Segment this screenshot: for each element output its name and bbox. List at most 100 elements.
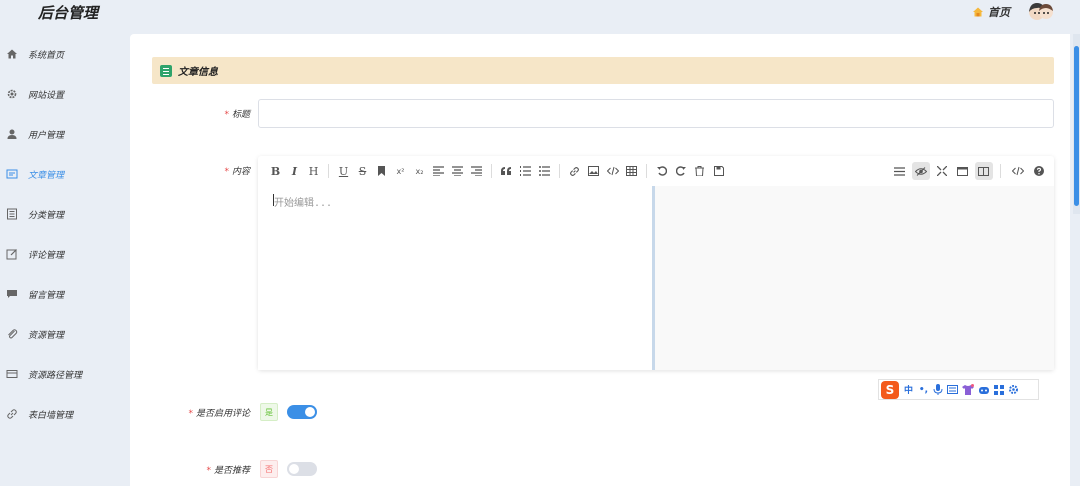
table-button[interactable] bbox=[623, 162, 641, 180]
sidebar-item-label: 资源路径管理 bbox=[28, 370, 83, 381]
ime-punctuation[interactable]: •, bbox=[918, 385, 929, 395]
scrollbar[interactable] bbox=[1073, 34, 1080, 214]
unordered-list-button[interactable] bbox=[536, 162, 554, 180]
heading-button[interactable]: H bbox=[305, 162, 323, 180]
markdown-editor: B I H U S x² x₂ 开始编辑... bbox=[258, 156, 1054, 370]
fullscreen-button[interactable] bbox=[933, 162, 951, 180]
recommend-label: * 是否推荐 bbox=[130, 463, 250, 476]
sidebar-item-resource-paths[interactable]: 资源路径管理 bbox=[6, 363, 82, 385]
sidebar-item-resources[interactable]: 资源管理 bbox=[6, 323, 64, 345]
subscript-button[interactable]: x₂ bbox=[411, 162, 429, 180]
sidebar-item-home[interactable]: 系统首页 bbox=[6, 43, 64, 65]
content-label: * 内容 bbox=[130, 164, 250, 177]
category-icon bbox=[7, 208, 17, 220]
align-center-button[interactable] bbox=[449, 162, 467, 180]
section-header: 文章信息 bbox=[152, 57, 1054, 84]
ordered-list-button[interactable] bbox=[517, 162, 535, 180]
settings-icon[interactable] bbox=[1008, 384, 1019, 395]
card-icon bbox=[6, 370, 18, 378]
trash-button[interactable] bbox=[691, 162, 709, 180]
strikethrough-button[interactable]: S bbox=[354, 162, 372, 180]
image-icon bbox=[588, 166, 599, 176]
unordered-list-icon bbox=[539, 166, 550, 176]
window-button[interactable] bbox=[954, 162, 972, 180]
align-right-icon bbox=[471, 166, 482, 176]
underline-button[interactable]: U bbox=[335, 162, 353, 180]
preview-toggle-button[interactable] bbox=[911, 162, 930, 180]
section-title: 文章信息 bbox=[178, 67, 218, 78]
italic-button[interactable]: I bbox=[286, 162, 304, 180]
toolbar-divider bbox=[559, 164, 560, 178]
help-button[interactable] bbox=[1030, 162, 1048, 180]
html-code-button[interactable] bbox=[1009, 162, 1027, 180]
quote-icon bbox=[501, 167, 511, 175]
user-icon bbox=[7, 129, 17, 139]
sidebar-item-categories[interactable]: 分类管理 bbox=[6, 203, 64, 225]
eye-slash-icon bbox=[914, 166, 927, 176]
title-input[interactable] bbox=[258, 99, 1054, 128]
shirt-icon[interactable] bbox=[962, 384, 974, 395]
sidebar-item-label: 文章管理 bbox=[28, 170, 65, 181]
code-button[interactable] bbox=[604, 162, 622, 180]
save-icon bbox=[713, 166, 724, 176]
recommend-toggle[interactable] bbox=[287, 462, 317, 476]
toggle-knob bbox=[305, 407, 315, 417]
code-icon bbox=[1011, 166, 1024, 176]
navigation-button[interactable] bbox=[891, 162, 909, 180]
table-icon bbox=[626, 166, 637, 176]
image-button[interactable] bbox=[585, 162, 603, 180]
keyboard-icon[interactable] bbox=[947, 385, 958, 394]
editor-input-pane[interactable]: 开始编辑... bbox=[258, 186, 652, 370]
sidebar-item-love-wall[interactable]: 表白墙管理 bbox=[6, 403, 73, 425]
sidebar-item-label: 评论管理 bbox=[28, 250, 65, 261]
scrollbar-thumb[interactable] bbox=[1074, 46, 1079, 206]
sidebar-item-label: 分类管理 bbox=[28, 210, 65, 221]
split-view-button[interactable] bbox=[974, 162, 993, 180]
grid-apps-icon[interactable] bbox=[994, 384, 1004, 395]
sidebar-item-articles[interactable]: 文章管理 bbox=[6, 163, 64, 185]
question-icon bbox=[1033, 166, 1044, 176]
quote-button[interactable] bbox=[498, 162, 516, 180]
sidebar-item-messages[interactable]: 留言管理 bbox=[6, 283, 64, 305]
align-right-button[interactable] bbox=[468, 162, 486, 180]
top-bar: 后台管理 首页 bbox=[0, 0, 1080, 34]
superscript-button[interactable]: x² bbox=[392, 162, 410, 180]
paperclip-icon bbox=[8, 329, 18, 339]
microphone-icon[interactable] bbox=[933, 384, 943, 395]
editor-toolbar: B I H U S x² x₂ bbox=[258, 156, 1054, 186]
robot-icon[interactable] bbox=[978, 385, 990, 395]
save-button[interactable] bbox=[710, 162, 728, 180]
menu-icon bbox=[894, 166, 905, 176]
sidebar-item-label: 网站设置 bbox=[28, 90, 65, 101]
required-mark: * bbox=[224, 167, 229, 177]
sidebar-item-comments[interactable]: 评论管理 bbox=[6, 243, 64, 265]
editor-placeholder: 开始编辑... bbox=[274, 198, 333, 209]
undo-button[interactable] bbox=[653, 162, 671, 180]
toolbar-divider bbox=[646, 164, 647, 178]
bookmark-button[interactable] bbox=[373, 162, 391, 180]
sidebar-item-site-settings[interactable]: 网站设置 bbox=[6, 83, 64, 105]
redo-button[interactable] bbox=[672, 162, 690, 180]
align-center-icon bbox=[452, 166, 463, 176]
home-icon bbox=[7, 49, 17, 59]
home-link[interactable]: 首页 bbox=[972, 4, 1010, 20]
ime-chinese-mode[interactable]: 中 bbox=[903, 383, 914, 396]
home-icon bbox=[973, 7, 983, 17]
sidebar-item-users[interactable]: 用户管理 bbox=[6, 123, 64, 145]
toolbar-divider bbox=[1000, 164, 1001, 178]
required-mark: * bbox=[188, 409, 193, 419]
ime-logo-icon[interactable]: S bbox=[881, 380, 899, 399]
align-left-button[interactable] bbox=[430, 162, 448, 180]
bold-button[interactable]: B bbox=[267, 162, 285, 180]
toolbar-divider bbox=[491, 164, 492, 178]
link-button[interactable] bbox=[566, 162, 584, 180]
undo-icon bbox=[656, 166, 667, 176]
message-icon bbox=[7, 290, 17, 298]
app-title: 后台管理 bbox=[38, 4, 99, 22]
expand-icon bbox=[936, 166, 947, 176]
sidebar-item-label: 表白墙管理 bbox=[28, 410, 74, 421]
article-icon bbox=[6, 169, 18, 179]
content-label-text: 内容 bbox=[231, 167, 250, 177]
comment-toggle[interactable] bbox=[287, 405, 317, 419]
user-avatar[interactable] bbox=[1028, 0, 1054, 24]
